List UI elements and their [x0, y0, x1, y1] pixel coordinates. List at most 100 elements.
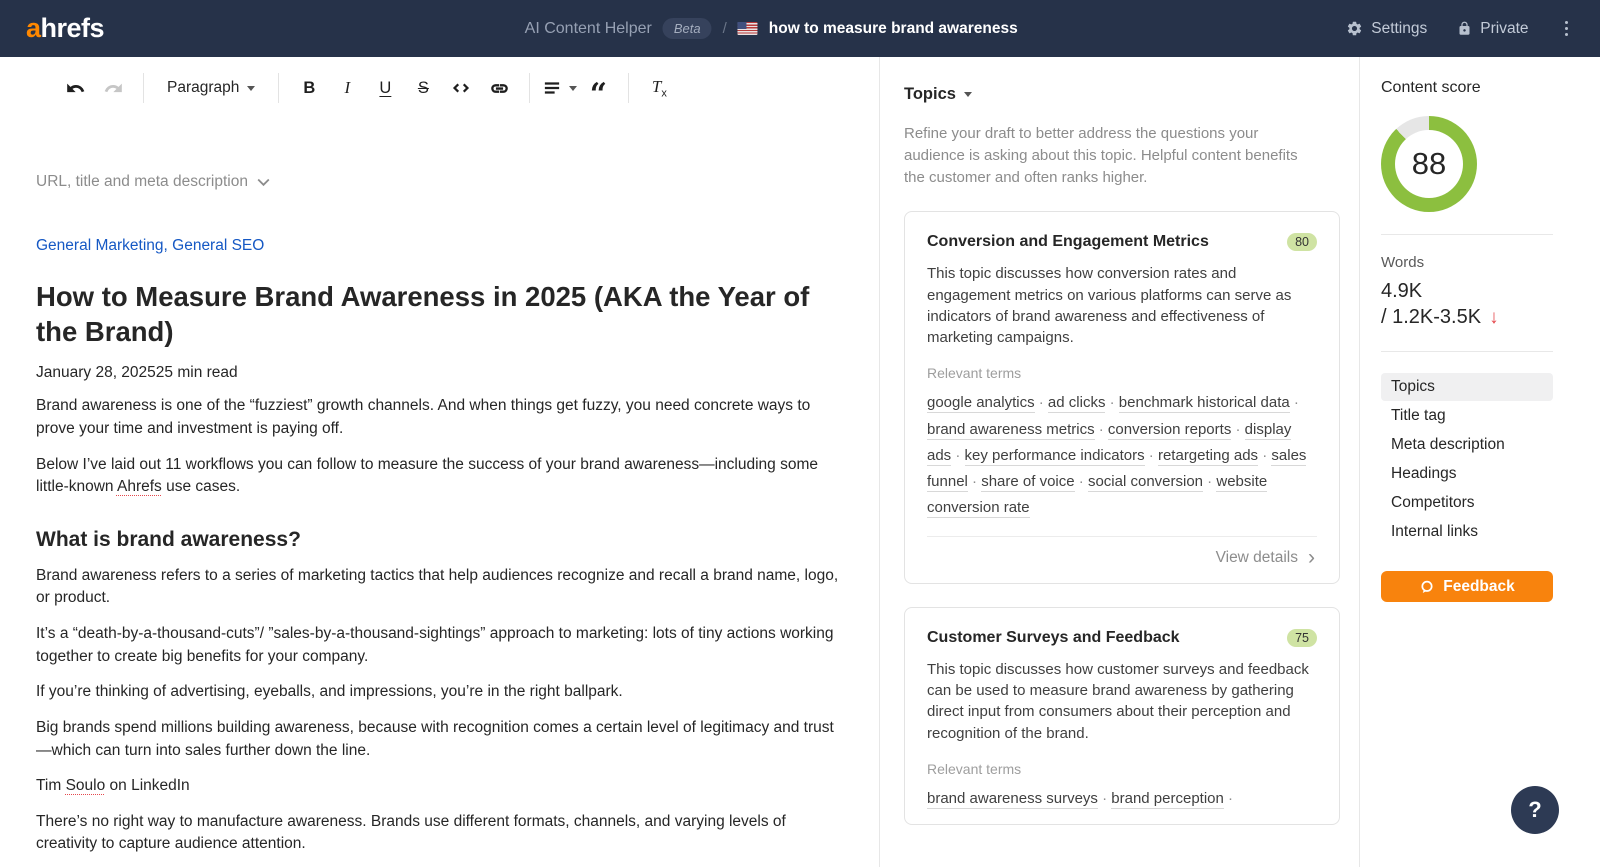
category-tags: General Marketing, General SEO — [36, 237, 849, 255]
top-navbar: ahrefs AI Content Helper Beta / how to m… — [0, 0, 1600, 57]
beta-badge: Beta — [663, 18, 712, 39]
sidebar-item-competitors[interactable]: Competitors — [1381, 489, 1553, 517]
relevant-term[interactable]: social conversion — [1088, 473, 1203, 492]
editor-paragraph[interactable]: If you’re thinking of advertising, eyeba… — [36, 681, 849, 704]
article-heading-2[interactable]: What is brand awareness? — [36, 528, 849, 552]
privacy-label: Private — [1480, 20, 1528, 38]
relevant-terms-list: google analytics · ad clicks · benchmark… — [927, 390, 1317, 521]
topics-header-label: Topics — [904, 85, 956, 104]
topic-card-conversion-metrics: Conversion and Engagement Metrics 80 Thi… — [904, 211, 1340, 583]
navbar-breadcrumb: AI Content Helper Beta / how to measure … — [525, 18, 1018, 39]
italic-button[interactable]: I — [328, 70, 366, 106]
code-icon — [452, 79, 470, 97]
meta-description-toggle[interactable]: URL, title and meta description — [36, 173, 270, 191]
term-separator: · — [1231, 421, 1244, 438]
term-separator: · — [1075, 473, 1088, 490]
misspelled-word[interactable]: Ahrefs — [117, 478, 162, 495]
relevant-term[interactable]: retargeting ads — [1158, 447, 1258, 466]
navbar-actions: Settings Private — [1346, 17, 1574, 41]
code-button[interactable] — [442, 70, 480, 106]
misspelled-word[interactable]: Soulo — [66, 777, 106, 794]
topic-card-title: Customer Surveys and Feedback — [927, 629, 1180, 647]
relevant-term[interactable]: brand perception — [1111, 790, 1224, 809]
score-sidebar: Content score 88 Words 4.9K / 1.2K-3.5K … — [1360, 57, 1600, 867]
article-title[interactable]: How to Measure Brand Awareness in 2025 (… — [36, 280, 836, 349]
main-layout: Paragraph B I U S “ — [0, 57, 1600, 867]
editor-paragraph[interactable]: Brand awareness is one of the “fuzziest”… — [36, 395, 849, 440]
align-left-icon — [543, 79, 561, 97]
relevant-term[interactable]: key performance indicators — [965, 447, 1145, 466]
sidebar-item-topics[interactable]: Topics — [1381, 373, 1553, 401]
chevron-down-icon — [247, 86, 255, 91]
view-details-label: View details — [1216, 549, 1298, 567]
relevant-term[interactable]: brand awareness surveys — [927, 790, 1098, 809]
paragraph-style-label: Paragraph — [167, 79, 239, 97]
term-separator: · — [1095, 421, 1108, 438]
gear-icon — [1346, 20, 1363, 37]
topic-card-title: Conversion and Engagement Metrics — [927, 233, 1209, 251]
alignment-dropdown-button[interactable] — [541, 70, 579, 106]
underline-button[interactable]: U — [366, 70, 404, 106]
editor-paragraph[interactable]: Below I’ve laid out 11 workflows you can… — [36, 454, 849, 499]
trend-down-arrow-icon: ↓ — [1489, 307, 1499, 329]
undo-button[interactable] — [56, 70, 94, 106]
sidebar-divider — [1381, 234, 1553, 235]
tag-link-general-seo[interactable]: General SEO — [172, 237, 264, 254]
sidebar-item-headings[interactable]: Headings — [1381, 460, 1553, 488]
article-date: January 28, 2025 — [36, 364, 156, 381]
editor-content[interactable]: URL, title and meta description General … — [0, 173, 879, 867]
ahrefs-logo[interactable]: ahrefs — [26, 13, 104, 44]
feedback-label: Feedback — [1443, 578, 1515, 596]
term-separator: · — [1224, 790, 1233, 807]
topic-card-description: This topic discusses how conversion rate… — [927, 263, 1317, 348]
editor-paragraph[interactable]: Brand awareness refers to a series of ma… — [36, 565, 849, 610]
paragraph-style-dropdown[interactable]: Paragraph — [155, 70, 267, 106]
app-root: ahrefs AI Content Helper Beta / how to m… — [0, 0, 1600, 867]
article-byline[interactable]: January 28, 202525 min read — [36, 364, 849, 382]
relevant-term[interactable]: benchmark historical data — [1119, 394, 1290, 413]
feedback-button[interactable]: Feedback — [1381, 571, 1553, 602]
app-title: AI Content Helper — [525, 20, 652, 38]
words-label: Words — [1381, 254, 1576, 271]
term-separator: · — [1105, 394, 1118, 411]
document-title[interactable]: how to measure brand awareness — [769, 20, 1018, 38]
sidebar-item-title-tag[interactable]: Title tag — [1381, 402, 1553, 430]
link-icon — [490, 79, 509, 98]
editor-paragraph[interactable]: It’s a “death-by-a-thousand-cuts”/ ”sale… — [36, 623, 849, 668]
editor-paragraph[interactable]: Big brands spend millions building aware… — [36, 717, 849, 762]
breadcrumb-separator: / — [723, 20, 727, 37]
editor-paragraph[interactable]: Tim Soulo on LinkedIn — [36, 775, 849, 798]
chevron-down-icon — [964, 92, 972, 97]
clear-formatting-glyph: Tx — [652, 77, 667, 99]
redo-icon — [104, 79, 123, 98]
topics-panel-dropdown[interactable]: Topics — [904, 85, 972, 104]
topics-panel: Topics Refine your draft to better addre… — [880, 57, 1360, 867]
editor-toolbar: Paragraph B I U S “ — [0, 57, 879, 119]
term-separator: · — [1290, 394, 1299, 411]
tag-link-general-marketing[interactable]: General Marketing — [36, 237, 164, 254]
settings-label: Settings — [1371, 20, 1427, 38]
content-score-label: Content score — [1381, 79, 1576, 97]
more-menu-button[interactable] — [1559, 17, 1575, 41]
sidebar-item-meta-description[interactable]: Meta description — [1381, 431, 1553, 459]
sidebar-menu: Topics Title tag Meta description Headin… — [1381, 373, 1553, 546]
term-separator: · — [968, 473, 981, 490]
chevron-down-icon — [257, 178, 270, 187]
editor-paragraph[interactable]: There’s no right way to manufacture awar… — [36, 811, 849, 856]
clear-formatting-button[interactable]: Tx — [640, 70, 678, 106]
sidebar-item-internal-links[interactable]: Internal links — [1381, 518, 1553, 546]
relevant-term[interactable]: ad clicks — [1048, 394, 1106, 413]
privacy-button[interactable]: Private — [1457, 20, 1528, 38]
strikethrough-button[interactable]: S — [404, 70, 442, 106]
help-button[interactable]: ? — [1511, 786, 1559, 834]
view-details-button[interactable]: View details › — [927, 536, 1317, 571]
redo-button[interactable] — [94, 70, 132, 106]
settings-button[interactable]: Settings — [1346, 20, 1427, 38]
relevant-term[interactable]: brand awareness metrics — [927, 421, 1095, 440]
relevant-term[interactable]: conversion reports — [1108, 421, 1231, 440]
bold-button[interactable]: B — [290, 70, 328, 106]
relevant-term[interactable]: share of voice — [981, 473, 1074, 492]
relevant-term[interactable]: google analytics — [927, 394, 1035, 413]
link-button[interactable] — [480, 70, 518, 106]
blockquote-button[interactable]: “ — [579, 70, 617, 106]
